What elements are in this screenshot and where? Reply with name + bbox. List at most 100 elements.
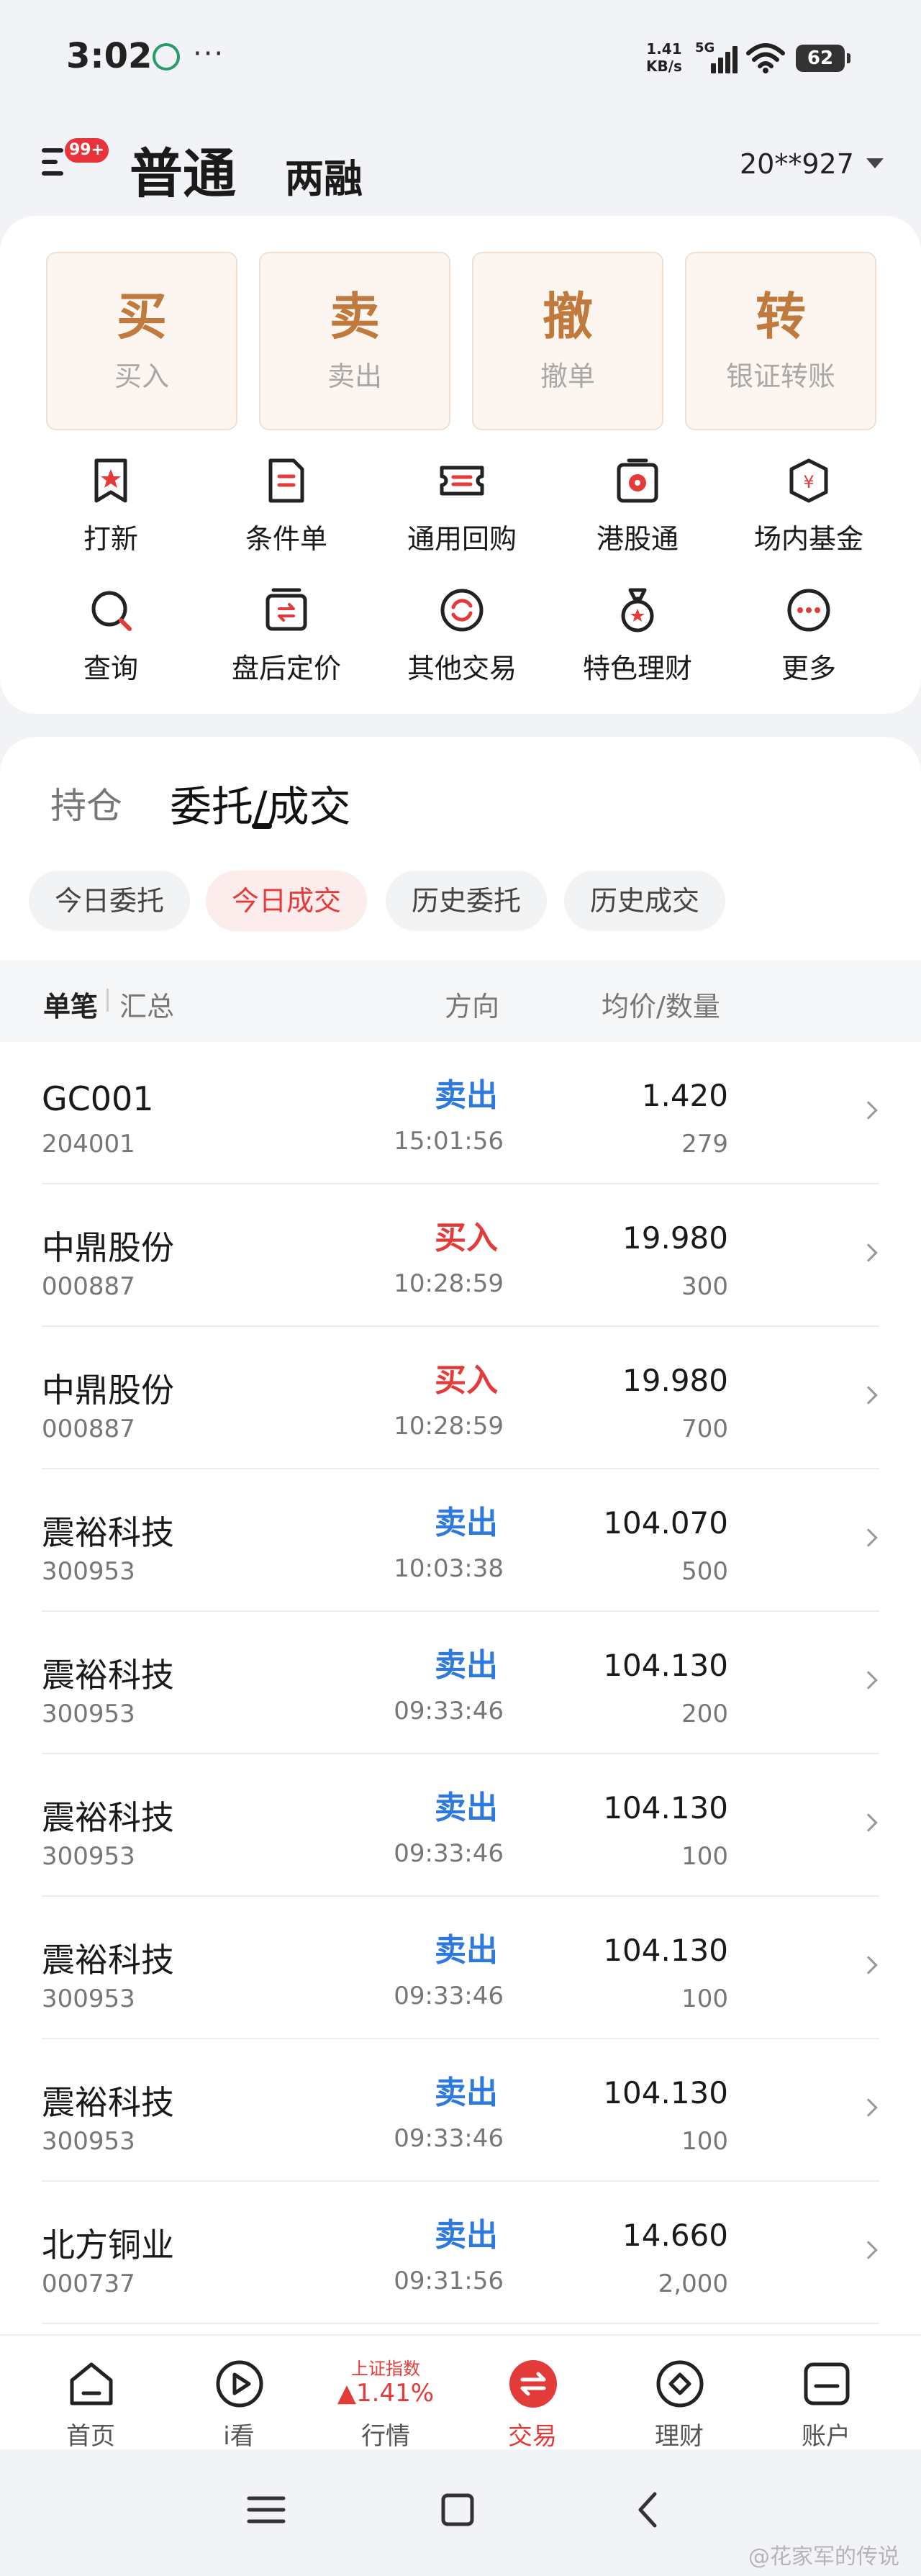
cancel-glyph: 撤 [543, 287, 593, 346]
nav-label: 理财 [655, 2422, 704, 2451]
sell-button[interactable]: 卖 卖出 [259, 252, 450, 430]
trade-row[interactable]: 震裕科技 300953 卖出 10:03:38 104.070 500 [0, 1469, 921, 1612]
stock-code: 300953 [42, 1842, 135, 1871]
chevron-down-icon[interactable] [866, 158, 884, 168]
chevron-right-icon [859, 1671, 878, 1690]
trade-row[interactable]: GC001 204001 卖出 15:01:56 1.420 279 [0, 1042, 921, 1184]
trade-price: 104.130 [603, 1648, 728, 1683]
grid-item-after-hours[interactable]: 盘后定价 [200, 587, 373, 695]
home-icon [70, 2362, 113, 2405]
status-time: 3:02 [66, 36, 153, 76]
header-summary-toggle[interactable]: 汇总 [119, 984, 174, 1024]
buy-glyph: 买 [117, 287, 167, 346]
trade-time: 09:33:46 [394, 2124, 504, 2153]
table-header: 单笔 汇总 方向 均价/数量 [0, 960, 921, 1042]
nav-label: 账户 [802, 2422, 850, 2451]
watermark: @花家军的传说 [748, 2544, 899, 2570]
trade-exchange-icon [509, 2360, 557, 2408]
trade-row[interactable]: 震裕科技 300953 卖出 09:33:46 104.130 200 [0, 1612, 921, 1754]
trade-row[interactable]: 中鼎股份 000887 买入 10:28:59 19.980 300 [0, 1184, 921, 1327]
grid-item-ipo[interactable]: 打新 [24, 458, 197, 566]
trade-quantity: 500 [681, 1557, 728, 1586]
account-selector[interactable]: 20**927 [740, 148, 854, 180]
after-hours-icon [266, 588, 307, 631]
chip-history-orders[interactable]: 历史委托 [386, 871, 548, 931]
trade-row[interactable]: 震裕科技 300953 卖出 09:33:46 104.130 100 [0, 2039, 921, 2182]
trade-row[interactable]: 北方铜业 000737 卖出 09:31:56 14.660 2,000 [0, 2182, 921, 2324]
trade-price: 104.130 [603, 1790, 728, 1826]
trade-direction: 卖出 [435, 1790, 498, 1826]
bank-transfer-button[interactable]: 转 银证转账 [685, 252, 876, 430]
net-speed-unit: KB/s [646, 58, 682, 75]
grid-item-fund[interactable]: ¥ 场内基金 [722, 458, 895, 566]
nav-market[interactable]: 上证指数 ▲1.41% 行情 [314, 2336, 458, 2451]
stock-name: 震裕科技 [42, 1656, 174, 1695]
stock-name: 震裕科技 [42, 2083, 174, 2122]
tab-normal-account[interactable]: 普通 [130, 131, 236, 208]
stock-code: 300953 [42, 1557, 135, 1586]
header-direction: 方向 [445, 991, 500, 1022]
header-divider [106, 989, 109, 1012]
trade-price: 14.660 [622, 2218, 728, 2253]
chip-history-trades[interactable]: 历史成交 [564, 871, 726, 931]
signal-icon [708, 43, 738, 73]
chip-today-trades[interactable]: 今日成交 [206, 871, 368, 931]
wealth-diamond-icon [656, 2360, 704, 2408]
tab-positions[interactable]: 持仓 [50, 777, 122, 829]
chevron-right-icon [859, 1243, 878, 1262]
nav-home[interactable]: 首页 [19, 2336, 163, 2451]
trade-direction: 买入 [435, 1362, 498, 1399]
grid-item-wealth[interactable]: 特色理财 [551, 587, 724, 695]
nav-watch[interactable]: i看 [167, 2336, 311, 2451]
app-header: 99+ 普通 两融 20**927 [0, 115, 921, 216]
grid-item-repo[interactable]: 通用回购 [376, 458, 548, 566]
nav-trade[interactable]: 交易 [460, 2336, 604, 2451]
trade-actions-card: 买 买入 卖 卖出 撤 撤单 转 银证转账 打新 条件单 通用回购 港股通 ¥ … [0, 216, 921, 714]
orders-panel: 持仓 委托/成交 今日委托 今日成交 历史委托 历史成交 单笔 汇总 方向 均价… [0, 737, 921, 2334]
nav-account[interactable]: 账户 [754, 2336, 898, 2451]
back-icon[interactable] [620, 2481, 678, 2539]
cancel-order-button[interactable]: 撤 撤单 [472, 252, 663, 430]
query-icon [91, 591, 132, 631]
stock-name: 北方铜业 [42, 2226, 174, 2264]
trade-time: 10:28:59 [394, 1269, 504, 1298]
battery-icon: 62 [796, 45, 850, 72]
row-divider [42, 2323, 879, 2324]
recent-apps-icon[interactable] [237, 2481, 295, 2539]
header-single-toggle[interactable]: 单笔 [43, 984, 98, 1024]
stock-name: 震裕科技 [42, 1513, 174, 1552]
trade-time: 09:33:46 [394, 1839, 504, 1868]
stock-name: GC001 [42, 1079, 154, 1118]
market-index-name: 上证指数 [351, 2359, 420, 2379]
buy-button[interactable]: 买 买入 [46, 252, 237, 430]
trade-time: 09:33:46 [394, 1982, 504, 2010]
trade-row[interactable]: 震裕科技 300953 卖出 09:33:46 104.130 100 [0, 1754, 921, 1897]
nav-wealth[interactable]: 理财 [607, 2336, 751, 2451]
status-bar: 3:02 ··· 1.41 KB/s 5G 62 [0, 0, 921, 115]
grid-item-more[interactable]: 更多 [722, 587, 895, 695]
home-button-icon[interactable] [429, 2481, 486, 2539]
wifi-icon [746, 43, 785, 73]
tab-margin-account[interactable]: 两融 [285, 147, 363, 204]
trade-row[interactable]: 中鼎股份 000887 买入 10:28:59 19.980 700 [0, 1327, 921, 1469]
stock-name: 中鼎股份 [42, 1228, 174, 1267]
buy-label: 买入 [114, 360, 169, 392]
trade-row[interactable]: 震裕科技 300953 卖出 09:33:46 104.130 100 [0, 1897, 921, 2039]
grid-label: 条件单 [245, 523, 327, 555]
nav-label: 行情 [361, 2422, 410, 2451]
trade-direction: 卖出 [435, 1505, 498, 1541]
grid-item-hk-connect[interactable]: 港股通 [551, 458, 724, 566]
trade-price: 104.130 [603, 1933, 728, 1968]
stock-code: 000887 [42, 1415, 135, 1443]
chevron-right-icon [859, 1813, 878, 1832]
trade-quantity: 279 [681, 1130, 728, 1158]
stock-code: 300953 [42, 1700, 135, 1728]
grid-item-condition-order[interactable]: 条件单 [200, 458, 373, 566]
trade-price: 19.980 [622, 1363, 728, 1398]
grid-item-other-trade[interactable]: 其他交易 [376, 587, 548, 695]
new-stock-icon [94, 458, 127, 503]
trade-quantity: 100 [681, 1842, 728, 1871]
grid-item-query[interactable]: 查询 [24, 587, 197, 695]
fund-icon: ¥ [789, 458, 828, 503]
chip-today-orders[interactable]: 今日委托 [29, 871, 191, 931]
